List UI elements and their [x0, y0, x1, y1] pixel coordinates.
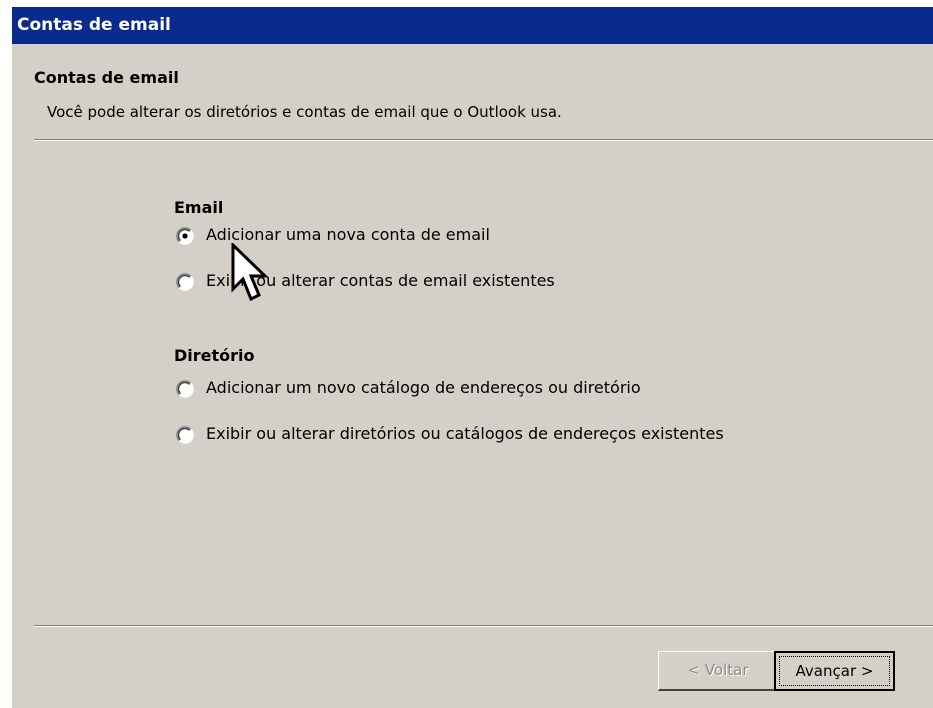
page-title: Contas de email: [34, 68, 179, 87]
directory-group-label: Diretório: [174, 346, 255, 365]
footer-divider: [34, 625, 933, 627]
radio-icon[interactable]: [176, 273, 194, 291]
email-group-label: Email: [174, 198, 224, 217]
next-button[interactable]: Avançar >: [774, 651, 895, 691]
radio-icon[interactable]: [176, 426, 194, 444]
window-title: Contas de email: [17, 15, 171, 35]
focus-rectangle: [779, 656, 890, 686]
back-button[interactable]: < Voltar: [658, 651, 779, 691]
radio-selected-icon[interactable]: [176, 227, 194, 245]
page-subtitle: Você pode alterar os diretórios e contas…: [47, 103, 562, 121]
dialog-window: Contas de email Contas de email Você pod…: [12, 7, 933, 708]
option-label: Exibir ou alterar contas de email existe…: [206, 271, 555, 290]
header-divider: [34, 139, 933, 141]
title-bar[interactable]: Contas de email: [12, 7, 933, 44]
radio-icon[interactable]: [176, 380, 194, 398]
option-label: Adicionar um novo catálogo de endereços …: [206, 378, 641, 397]
option-label: Exibir ou alterar diretórios ou catálogo…: [206, 424, 724, 443]
option-label: Adicionar uma nova conta de email: [206, 225, 490, 244]
